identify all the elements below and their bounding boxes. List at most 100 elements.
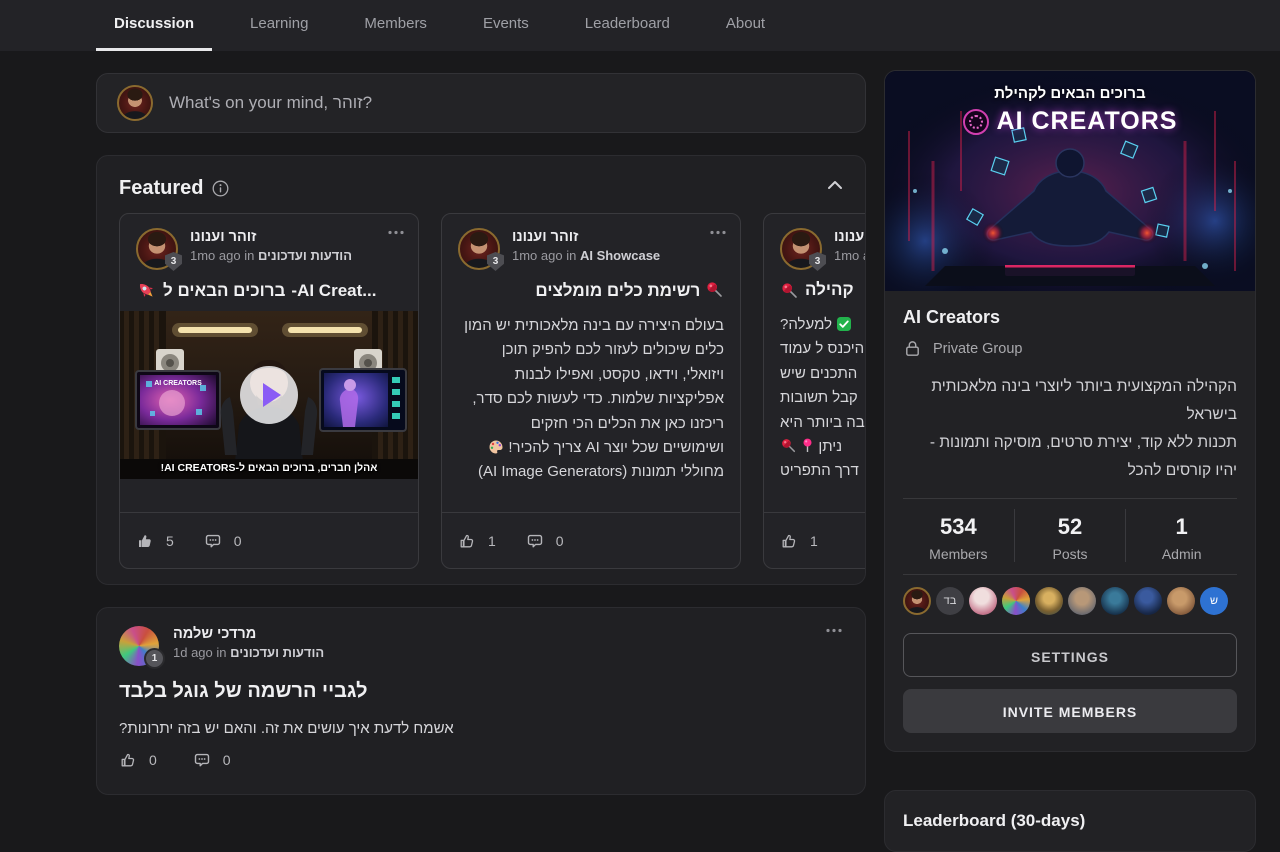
member-avatar[interactable] [1035, 587, 1063, 615]
featured-card-community[interactable]: 3 זוהר וענונו 1mo ago in קהילה למעלה? הי… [763, 213, 866, 569]
member-avatar[interactable] [1002, 587, 1030, 615]
post-body: למעלה? היכנס ל עמוד התכנים שיש קבל תשובו… [780, 313, 866, 484]
chevron-up-icon[interactable] [827, 180, 843, 190]
avatar[interactable]: 1 [119, 626, 159, 666]
post-time: 1mo ago in [512, 248, 576, 263]
pushpin-icon [705, 280, 724, 299]
tab-leaderboard[interactable]: Leaderboard [567, 0, 688, 48]
post-meta: 1mo ago in AI Showcase [512, 248, 660, 263]
community-banner[interactable]: ברוכים הבאים לקהילת AI CREATORS [885, 71, 1255, 291]
like-button[interactable]: 0 [119, 751, 157, 769]
top-navigation: Discussion Learning Members Events Leade… [0, 0, 1280, 51]
stat-value: 52 [1015, 514, 1126, 540]
like-button[interactable]: 1 [780, 532, 818, 550]
post-title[interactable]: קהילה [780, 280, 866, 300]
member-avatar[interactable] [1101, 587, 1129, 615]
body-line: דרך התפריט [780, 459, 866, 483]
author-name[interactable]: זוהר וענונו [512, 229, 660, 245]
channel-name[interactable]: הודעות ועדכונים [230, 645, 324, 660]
tab-learning[interactable]: Learning [232, 0, 326, 48]
settings-button[interactable]: SETTINGS [903, 633, 1237, 677]
post-title[interactable]: לגביי הרשמה של גוגל בלבד [119, 678, 843, 704]
more-options-icon[interactable] [387, 230, 405, 235]
video-thumbnail[interactable]: AI CREATORS [120, 311, 418, 479]
comment-count: 0 [556, 533, 564, 549]
featured-section: Featured 3 זוהר וענונו 1mo [96, 155, 866, 585]
post-title-text: קהילה [805, 280, 854, 300]
post-meta: 1mo ago in הודעות ועדכונים [190, 248, 352, 263]
body-line: בעולם היצירה עם בינה מלאכותית יש המון [458, 314, 724, 338]
like-count: 5 [166, 533, 174, 549]
stat-admins[interactable]: 1 Admin [1125, 509, 1237, 562]
channel-name[interactable]: הודעות ועדכונים [258, 248, 352, 263]
post-card[interactable]: 1 מרדכי שלמה 1d ago in הודעות ועדכונים ל… [96, 607, 866, 795]
like-button[interactable]: 1 [458, 532, 496, 550]
author-name[interactable]: זוהר וענונו [190, 229, 352, 245]
body-line: ושימושיים שכל יוצר AI צריך להכיר! [458, 436, 724, 460]
level-badge: 3 [487, 252, 504, 271]
monitor-screen-text: AI CREATORS [154, 380, 202, 387]
brain-logo-icon [963, 109, 989, 135]
community-stats: 534 Members 52 Posts 1 Admin [903, 499, 1237, 574]
invite-members-button[interactable]: INVITE MEMBERS [903, 689, 1237, 733]
post-meta: 1mo ago in [834, 248, 866, 263]
post-title-hebrew: ברוכים הבאים ל [163, 281, 285, 301]
member-avatar[interactable] [1068, 587, 1096, 615]
post-composer[interactable]: What's on your mind, זוהר? [96, 73, 866, 133]
comment-count: 0 [234, 533, 242, 549]
stat-label: Admin [1126, 546, 1237, 562]
description-line: תכנות ללא קוד, יצירת סרטים, מוסיקה ותמונ… [903, 429, 1237, 457]
composer-placeholder: What's on your mind, זוהר? [169, 93, 372, 113]
member-avatars-row: בד ש [903, 575, 1237, 617]
featured-cards-row: 3 זוהר וענונו 1mo ago in הודעות ועדכונים… [119, 213, 843, 569]
level-badge: 1 [144, 648, 165, 669]
post-body: אשמח לדעת איך עושים את זה. והאם יש בזה י… [119, 718, 843, 739]
pushpin-icon [780, 281, 799, 300]
post-title[interactable]: ברוכים הבאים ל-AI Creat... [136, 280, 402, 301]
stat-value: 1 [1126, 514, 1237, 540]
banner-welcome-text: ברוכים הבאים לקהילת [885, 85, 1255, 102]
like-button[interactable]: 5 [136, 532, 174, 550]
avatar[interactable]: 3 [136, 228, 178, 270]
body-line: קבל תשובות [780, 386, 866, 410]
post-title[interactable]: רשימת כלים מומלצים [458, 280, 724, 301]
check-icon [836, 316, 852, 332]
featured-card-tools[interactable]: 3 זוהר וענונו 1mo ago in AI Showcase רשי… [441, 213, 741, 569]
current-user-avatar[interactable] [117, 85, 153, 121]
tab-members[interactable]: Members [346, 0, 445, 48]
author-name[interactable]: זוהר וענונו [834, 229, 866, 245]
comment-button[interactable]: 0 [204, 532, 242, 550]
member-avatar[interactable]: ש [1200, 587, 1228, 615]
play-icon[interactable] [240, 366, 298, 424]
banner-brand-text: AI CREATORS [997, 107, 1178, 136]
info-icon[interactable] [212, 180, 229, 197]
comment-button[interactable]: 0 [193, 751, 231, 769]
more-options-icon[interactable] [825, 628, 843, 633]
author-name[interactable]: מרדכי שלמה [173, 626, 324, 642]
more-options-icon[interactable] [709, 230, 727, 235]
member-avatar[interactable] [1167, 587, 1195, 615]
post-time: 1d ago in [173, 645, 227, 660]
avatar[interactable]: 3 [780, 228, 822, 270]
video-caption: אהלן חברים, ברוכים הבאים ל-AI CREATORS! [120, 462, 418, 474]
avatar[interactable]: 3 [458, 228, 500, 270]
stat-value: 534 [903, 514, 1014, 540]
community-sidebar: ברוכים הבאים לקהילת AI CREATORS AI Creat… [884, 70, 1256, 852]
round-pin-icon [801, 438, 814, 453]
body-line: ניתן [780, 435, 866, 459]
tab-discussion[interactable]: Discussion [96, 0, 212, 48]
channel-name[interactable]: AI Showcase [580, 248, 660, 263]
stat-posts[interactable]: 52 Posts [1014, 509, 1126, 562]
tab-events[interactable]: Events [465, 0, 547, 48]
body-line: ריכזנו כאן את הכלים הכי חזקים [458, 412, 724, 436]
comment-button[interactable]: 0 [526, 532, 564, 550]
member-avatar[interactable] [903, 587, 931, 615]
post-body: בעולם היצירה עם בינה מלאכותית יש המון כל… [458, 314, 724, 485]
member-avatar[interactable] [1134, 587, 1162, 615]
featured-card-welcome[interactable]: 3 זוהר וענונו 1mo ago in הודעות ועדכונים… [119, 213, 419, 569]
member-avatar[interactable] [969, 587, 997, 615]
community-name: AI Creators [903, 307, 1237, 328]
stat-members[interactable]: 534 Members [903, 509, 1014, 562]
member-avatar[interactable]: בד [936, 587, 964, 615]
tab-about[interactable]: About [708, 0, 783, 48]
